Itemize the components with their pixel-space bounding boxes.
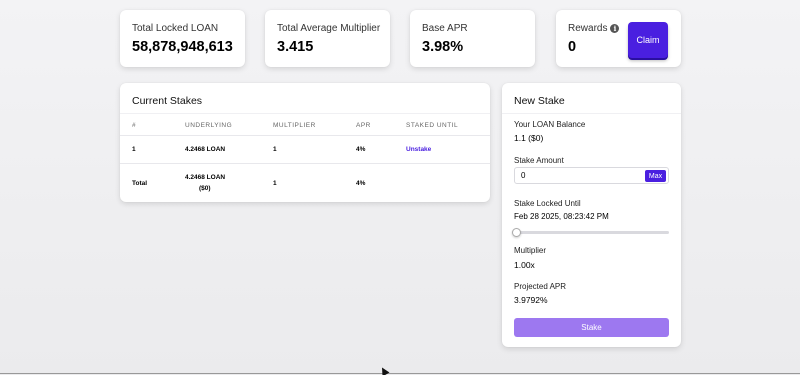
- row-multiplier: 1: [273, 146, 277, 153]
- header-top-divider: [120, 113, 490, 114]
- total-locked-label: Total Locked LOAN: [132, 23, 219, 34]
- locked-until-value: Feb 28 2025, 08:23:42 PM: [514, 212, 609, 221]
- locked-until-label: Stake Locked Until: [514, 199, 581, 208]
- lock-duration-slider[interactable]: [514, 231, 669, 234]
- row-underlying: 4.2468 LOAN: [185, 146, 226, 153]
- stake-amount-input[interactable]: [521, 170, 621, 181]
- current-stakes-card: Current Stakes # UNDERLYING MULTIPLIER A…: [120, 83, 490, 202]
- total-locked-value: 58,878,948,613: [132, 39, 233, 55]
- total-underlying: 4.2468 LOAN: [185, 174, 226, 181]
- total-label: Total: [132, 180, 148, 187]
- slider-thumb[interactable]: [512, 228, 521, 237]
- total-locked-card: Total Locked LOAN 58,878,948,613: [120, 10, 245, 67]
- rewards-value: 0: [568, 39, 577, 55]
- projected-apr-value: 3.9792%: [514, 295, 548, 305]
- new-stake-divider: [502, 113, 681, 114]
- amount-label: Stake Amount: [514, 156, 564, 165]
- base-apr-label: Base APR: [422, 23, 468, 34]
- total-underlying-usd: ($0): [199, 185, 211, 192]
- col-header-apr: APR: [356, 122, 371, 129]
- col-header-multiplier: MULTIPLIER: [273, 122, 316, 129]
- claim-button[interactable]: Claim: [628, 22, 668, 58]
- balance-label: Your LOAN Balance: [514, 120, 586, 129]
- rewards-label-wrap: Rewards i: [568, 23, 620, 34]
- stake-amount-field[interactable]: Max: [514, 167, 669, 184]
- row-apr: 4%: [356, 146, 366, 153]
- header-divider: [120, 135, 490, 136]
- multiplier-label: Multiplier: [514, 246, 547, 255]
- avg-multiplier-label: Total Average Multiplier: [277, 23, 381, 34]
- total-multiplier: 1: [273, 180, 277, 187]
- new-stake-title: New Stake: [514, 95, 565, 107]
- info-icon[interactable]: i: [610, 23, 620, 33]
- current-stakes-title: Current Stakes: [132, 95, 203, 107]
- col-header-id: #: [132, 122, 137, 129]
- avg-multiplier-card: Total Average Multiplier 3.415: [265, 10, 390, 67]
- row-id: 1: [132, 146, 136, 153]
- max-button[interactable]: Max: [645, 170, 666, 182]
- total-apr: 4%: [356, 180, 366, 187]
- col-header-underlying: UNDERLYING: [185, 122, 233, 129]
- avg-multiplier-value: 3.415: [277, 39, 314, 55]
- unstake-link[interactable]: Unstake: [406, 146, 431, 153]
- bottom-divider: [0, 373, 800, 374]
- stake-button[interactable]: Stake: [514, 318, 669, 337]
- col-header-staked-until: STAKED UNTIL: [406, 122, 459, 129]
- multiplier-value: 1.00x: [514, 260, 535, 270]
- balance-value: 1.1 ($0): [514, 133, 544, 143]
- rewards-label: Rewards: [568, 23, 608, 34]
- row-divider: [120, 163, 490, 164]
- new-stake-card: New Stake Your LOAN Balance 1.1 ($0) Sta…: [502, 83, 681, 347]
- base-apr-value: 3.98%: [422, 39, 464, 55]
- base-apr-card: Base APR 3.98%: [410, 10, 535, 67]
- rewards-card: Rewards i 0 Claim: [556, 10, 681, 67]
- projected-apr-label: Projected APR: [514, 282, 567, 291]
